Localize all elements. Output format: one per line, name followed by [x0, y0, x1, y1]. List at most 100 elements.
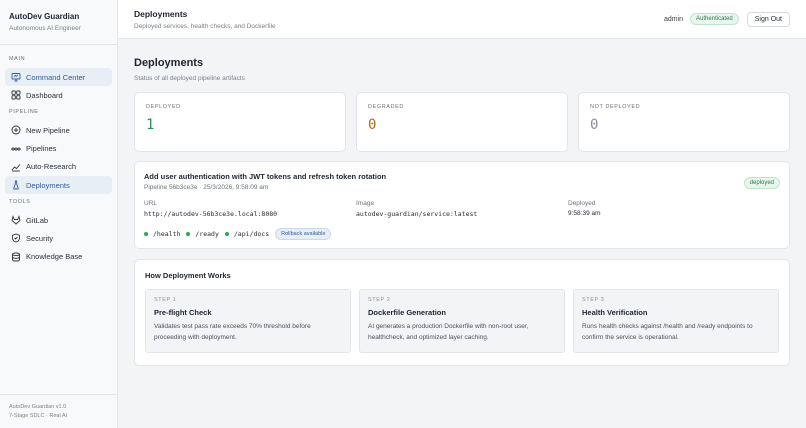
deployment-fields: URL http://autodev-56b3ce3e.local:8080 I…	[144, 200, 780, 218]
page-subtitle: Status of all deployed pipeline artifact…	[134, 75, 245, 82]
topbar: Deployments Deployed services, health ch…	[118, 0, 806, 39]
step-card-3: STEP 3 Health Verification Runs health c…	[573, 289, 779, 353]
step-card-1: STEP 1 Pre-flight Check Validates test p…	[145, 289, 351, 353]
url-label: URL	[144, 200, 158, 207]
step-label: STEP 3	[582, 297, 605, 303]
header-titles: Deployments Deployed services, health ch…	[134, 9, 276, 30]
stat-label: DEGRADED	[368, 104, 404, 110]
deployment-meta: Pipeline 56b3ce3e · 25/3/2026, 9:58:09 a…	[144, 184, 269, 191]
sidebar-item-label: Deployments	[26, 180, 70, 190]
endpoint-docs: /api/docs	[224, 230, 270, 238]
status-dot	[144, 232, 148, 236]
sidebar-item-label: Auto-Research	[26, 162, 77, 172]
sidebar-item-new-pipeline[interactable]: New Pipeline	[5, 121, 112, 139]
trend-icon	[11, 162, 21, 172]
gitlab-icon	[11, 215, 21, 225]
sidebar-nav: MAIN Command Center Dashboard PIPELINE N…	[0, 45, 117, 394]
sidebar-item-label: GitLab	[26, 215, 49, 225]
stats-row: DEPLOYED 1 DEGRADED 0 NOT DEPLOYED 0	[134, 92, 790, 152]
sidebar-item-auto-research[interactable]: Auto-Research	[5, 158, 112, 176]
endpoint-path: /api/docs	[233, 230, 270, 238]
deployed-field: Deployed 9:58:39 am	[568, 200, 780, 218]
steps-row: STEP 1 Pre-flight Check Validates test p…	[145, 289, 779, 353]
sign-out-button[interactable]: Sign Out	[746, 11, 790, 27]
section-label-pipeline: PIPELINE	[9, 109, 39, 116]
endpoint-health: /health	[144, 230, 180, 238]
header-title: Deployments	[134, 8, 188, 19]
sidebar-item-pipelines[interactable]: Pipelines	[5, 140, 112, 158]
grid-icon	[11, 90, 21, 100]
image-field: Image autodev-guardian/service:latest	[356, 200, 568, 218]
url-value[interactable]: http://autodev-56b3ce3e.local:8080	[144, 210, 356, 218]
brand-title: AutoDev Guardian	[9, 12, 80, 21]
deployment-card[interactable]: Add user authentication with JWT tokens …	[134, 161, 790, 249]
url-field: URL http://autodev-56b3ce3e.local:8080	[144, 200, 356, 218]
step-label: STEP 2	[368, 297, 391, 303]
sidebar-item-label: Command Center	[26, 72, 86, 82]
endpoint-path: /ready	[195, 230, 219, 238]
sidebar-item-label: Dashboard	[26, 90, 63, 100]
monitor-icon	[11, 72, 21, 82]
step-description: AI generates a production Dockerfile wit…	[368, 323, 529, 341]
step-title: Dockerfile Generation	[368, 308, 446, 317]
step-card-2: STEP 2 Dockerfile Generation AI generate…	[359, 289, 565, 353]
page-title: Deployments	[134, 57, 204, 69]
sidebar-item-deployments[interactable]: Deployments	[5, 176, 112, 195]
header-subtitle: Deployed services, health checks, and Do…	[134, 22, 276, 30]
sidebar-item-gitlab[interactable]: GitLab	[5, 211, 112, 229]
status-dot	[224, 232, 229, 236]
sidebar-item-command-center[interactable]: Command Center	[5, 68, 112, 86]
shield-icon	[11, 233, 21, 243]
rollback-badge[interactable]: Rollback available	[275, 228, 332, 240]
sidebar-item-label: Pipelines	[26, 144, 57, 154]
flask-icon	[11, 180, 21, 190]
main-area: Deployments Deployed services, health ch…	[118, 0, 806, 428]
pipeline-icon	[11, 144, 21, 154]
stat-card-not-deployed: NOT DEPLOYED 0	[578, 92, 790, 152]
database-icon	[11, 252, 21, 262]
sidebar-item-dashboard[interactable]: Dashboard	[5, 86, 112, 104]
sidebar: AutoDev Guardian Autonomous AI Engineer …	[0, 0, 118, 428]
sidebar-footer: AutoDev Guardian v1.0 7-Stage SDLC · Rea…	[0, 394, 117, 428]
how-it-works-card: How Deployment Works STEP 1 Pre-flight C…	[134, 259, 790, 366]
brand-subtitle: Autonomous AI Engineer	[9, 25, 81, 32]
step-label: STEP 1	[154, 297, 177, 303]
app-root: AutoDev Guardian Autonomous AI Engineer …	[0, 0, 806, 428]
stat-label: DEPLOYED	[146, 104, 181, 110]
deployed-value: 9:58:39 am	[568, 210, 601, 217]
tagline-text: 7-Stage SDLC · Real AI	[9, 413, 68, 419]
header-actions: admin Authenticated Sign Out	[663, 11, 790, 27]
sidebar-item-knowledge-base[interactable]: Knowledge Base	[5, 248, 112, 266]
step-description: Validates test pass rate exceeds 70% thr…	[154, 323, 311, 341]
username: admin	[663, 15, 684, 23]
stat-value: 0	[368, 117, 377, 133]
step-title: Pre-flight Check	[154, 308, 212, 317]
status-dot	[186, 232, 191, 236]
plus-circle-icon	[11, 125, 21, 135]
version-text: AutoDev Guardian v1.0	[9, 404, 67, 410]
deployment-title: Add user authentication with JWT tokens …	[144, 172, 387, 181]
deployed-label: Deployed	[568, 200, 596, 207]
step-title: Health Verification	[582, 308, 648, 317]
sidebar-item-label: Security	[26, 233, 54, 243]
endpoint-list: /health /ready /api/docs Rollback availa…	[144, 228, 780, 240]
brand: AutoDev Guardian Autonomous AI Engineer	[0, 0, 117, 45]
image-label: Image	[356, 200, 375, 207]
section-label-tools: TOOLS	[9, 199, 31, 206]
stat-label: NOT DEPLOYED	[590, 104, 641, 110]
step-description: Runs health checks against /health and /…	[582, 323, 753, 341]
section-label-main: MAIN	[9, 56, 26, 62]
image-value: autodev-guardian/service:latest	[356, 210, 478, 218]
how-title: How Deployment Works	[145, 271, 231, 280]
status-badge: deployed	[743, 177, 780, 189]
content: Deployments Status of all deployed pipel…	[118, 39, 806, 366]
auth-status-badge: Authenticated	[690, 13, 739, 25]
stat-card-degraded: DEGRADED 0	[356, 92, 568, 152]
stat-value: 0	[590, 117, 599, 133]
sidebar-item-label: New Pipeline	[26, 125, 70, 135]
endpoint-path: /health	[153, 230, 181, 238]
sidebar-item-label: Knowledge Base	[26, 252, 83, 262]
stat-value: 1	[146, 117, 155, 133]
stat-card-deployed: DEPLOYED 1	[134, 92, 346, 152]
sidebar-item-security[interactable]: Security	[5, 229, 112, 247]
